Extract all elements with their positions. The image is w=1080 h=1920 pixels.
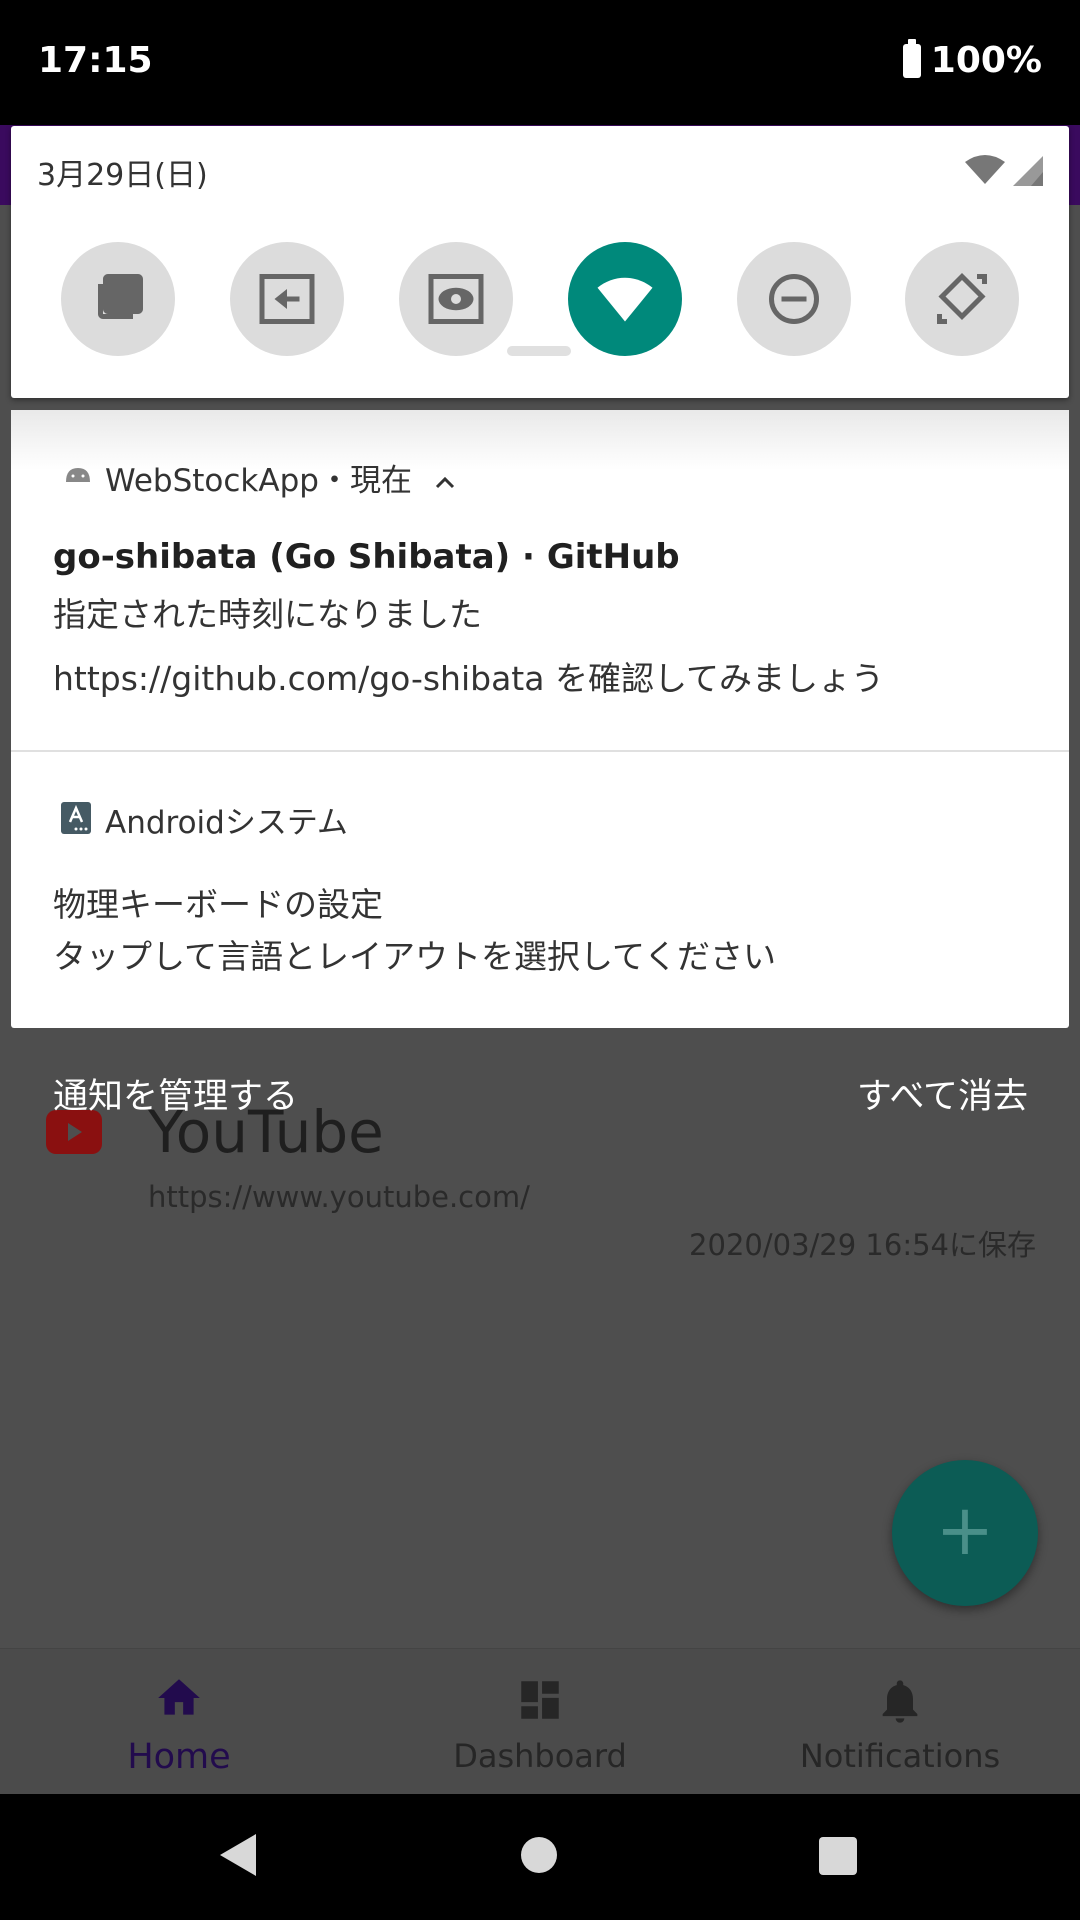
tile-auto-rotate[interactable] bbox=[905, 242, 1019, 356]
notification-1-app-label: WebStockApp・現在 bbox=[105, 463, 412, 499]
tile-do-not-disturb[interactable] bbox=[737, 242, 851, 356]
android-icon bbox=[66, 468, 90, 482]
notification-2-title[interactable]: 物理キーボードの設定 bbox=[53, 878, 383, 926]
nav-dashboard-label: Dashboard bbox=[453, 1737, 627, 1775]
status-bar: 17:15 100% bbox=[0, 0, 1080, 125]
notification-2-app[interactable]: Androidシステム bbox=[105, 797, 348, 842]
qs-drag-handle[interactable] bbox=[507, 346, 571, 356]
notification-1-body: https://github.com/go-shibata を確認してみましょう bbox=[53, 659, 884, 698]
tile-input[interactable] bbox=[230, 242, 344, 356]
status-battery: 100% bbox=[902, 38, 1042, 81]
nav-dashboard[interactable]: Dashboard bbox=[410, 1649, 670, 1795]
tile-screen[interactable] bbox=[399, 242, 513, 356]
bottom-navigation: Home Dashboard Notifications bbox=[0, 1648, 1080, 1795]
auto-rotate-icon bbox=[937, 272, 987, 324]
battery-percent: 100% bbox=[930, 40, 1042, 81]
item-saved-time: 2020/03/29 16:54に保存 bbox=[689, 1228, 1036, 1262]
input-icon bbox=[259, 274, 315, 324]
chevron-up-icon[interactable] bbox=[434, 475, 456, 491]
wifi-signal-status-icon bbox=[965, 155, 1043, 186]
back-icon[interactable] bbox=[216, 1830, 260, 1880]
notification-1-app[interactable]: WebStockApp・現在 bbox=[105, 455, 456, 500]
nav-home-label: Home bbox=[127, 1737, 231, 1777]
add-button[interactable]: + bbox=[892, 1460, 1038, 1606]
screen-eye-icon bbox=[428, 274, 484, 324]
system-navigation-bar bbox=[0, 1794, 1080, 1920]
nav-notifications[interactable]: Notifications bbox=[770, 1649, 1030, 1795]
wifi-icon bbox=[597, 277, 653, 322]
notification-1-subtitle: 指定された時刻になりました bbox=[53, 595, 482, 634]
recents-icon[interactable] bbox=[818, 1836, 858, 1876]
home-button-icon[interactable] bbox=[520, 1836, 558, 1874]
manage-notifications-button[interactable]: 通知を管理する bbox=[53, 1068, 298, 1119]
item-url: https://www.youtube.com/ bbox=[148, 1180, 530, 1214]
plus-icon: + bbox=[935, 1489, 995, 1571]
clear-all-button[interactable]: すべて消去 bbox=[857, 1068, 1028, 1119]
nav-home[interactable]: Home bbox=[49, 1649, 309, 1795]
bell-icon bbox=[882, 1680, 918, 1723]
notification-2-body: タップして言語とレイアウトを選択してください bbox=[53, 937, 777, 976]
quick-settings-panel: 3月29日(日) bbox=[11, 126, 1069, 398]
dashboard-icon bbox=[521, 1681, 559, 1719]
keyboard-settings-icon bbox=[61, 802, 91, 834]
qs-date: 3月29日(日) bbox=[37, 158, 208, 193]
do-not-disturb-icon bbox=[769, 274, 819, 324]
notification-1-title[interactable]: go-shibata (Go Shibata) · GitHub bbox=[53, 537, 680, 577]
home-icon bbox=[158, 1679, 200, 1715]
status-time: 17:15 bbox=[38, 40, 153, 81]
battery-icon bbox=[902, 38, 921, 78]
nav-notifications-label: Notifications bbox=[799, 1737, 1001, 1775]
tile-wifi[interactable] bbox=[568, 242, 682, 356]
notification-divider bbox=[11, 750, 1069, 752]
tile-copy[interactable] bbox=[61, 242, 175, 356]
copy-icon bbox=[98, 274, 143, 319]
